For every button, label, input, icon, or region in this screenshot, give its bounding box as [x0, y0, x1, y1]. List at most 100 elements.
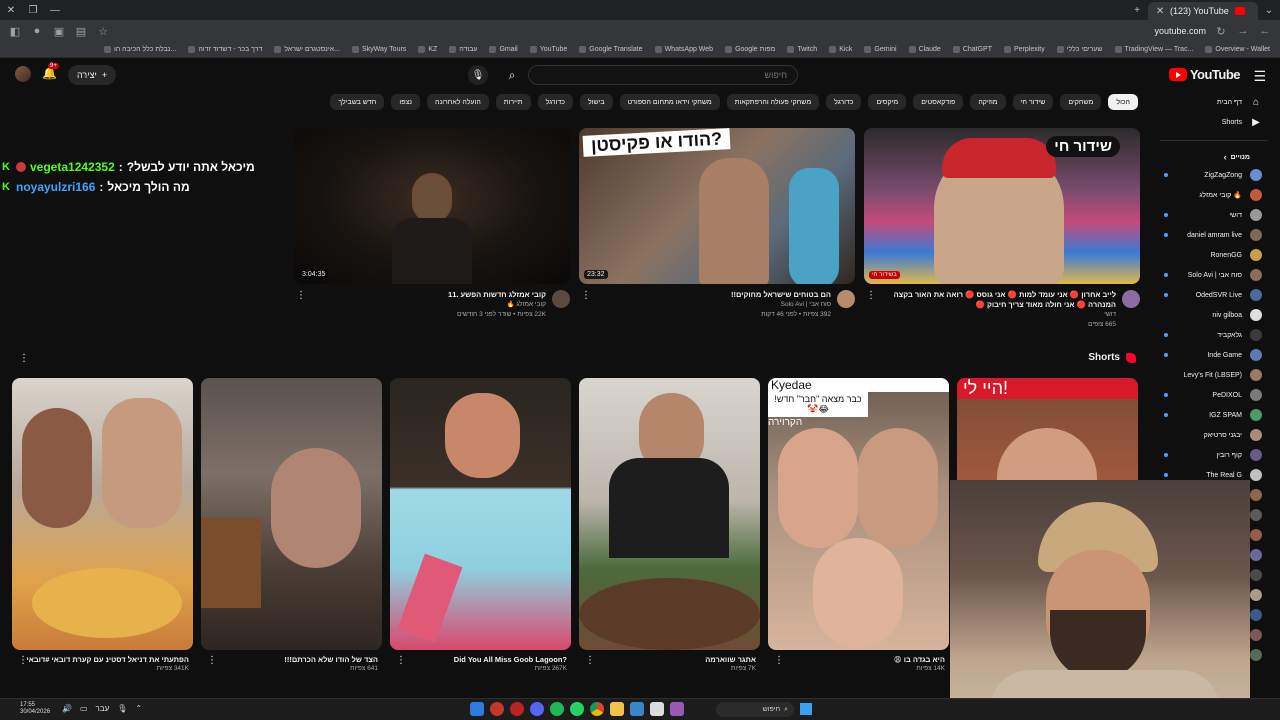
filter-chip[interactable]: בישול [579, 94, 613, 110]
bookmark-item[interactable]: WhatsApp Web [654, 46, 713, 53]
tray-expand-icon[interactable]: ⌃ [135, 704, 142, 713]
short-card[interactable]: אתגר שווארמה 7K צפיות ⋮ [579, 378, 760, 672]
microphone-icon[interactable]: 🎙 [468, 65, 488, 85]
filter-chip[interactable]: כדורגל [826, 94, 862, 110]
sidebar-item-subscription[interactable]: niv gilboa [1148, 305, 1280, 325]
bookmark-item[interactable]: KZ [418, 46, 437, 53]
short-card[interactable]: ?Did You All Miss Goob Lagoon 267K צפיות… [390, 378, 571, 672]
more-options-icon[interactable]: ⋮ [866, 290, 876, 301]
sidebar-item-subscription[interactable]: Inde Game [1148, 345, 1280, 365]
taskbar-clock[interactable]: 17:55 30/04/2026 [20, 702, 50, 716]
sidebar-item-subscription[interactable]: דושי [1148, 205, 1280, 225]
video-thumbnail[interactable]: הודו או פקיסטן? 23:32 [579, 128, 855, 284]
extension-icon-1[interactable]: ▣ [52, 25, 66, 38]
bookmark-star-icon[interactable]: ☆ [96, 25, 110, 38]
bookmark-item[interactable]: עבודה [449, 46, 477, 53]
sidebar-item-subscription[interactable]: RonenGG [1148, 245, 1280, 265]
bookmark-item[interactable]: Kick [829, 46, 852, 53]
sidebar-item-subscription[interactable]: daniel amram live [1148, 225, 1280, 245]
channel-name[interactable]: קובי אמזלג 🔥 [310, 300, 546, 310]
search-icon[interactable]: ⌕ [500, 65, 524, 85]
video-title[interactable]: קובי אמזלג חדשות הפשע .11 [310, 290, 546, 300]
back-icon[interactable]: ← [1258, 25, 1272, 37]
app-icon-6[interactable] [670, 702, 684, 716]
keyboard-language[interactable]: עבר [96, 704, 110, 713]
short-thumbnail[interactable] [390, 378, 571, 650]
video-card[interactable]: הודו או פקיסטן? 23:32 הם בטוחים שישראל מ… [579, 128, 855, 330]
sidebar-item-subscription[interactable]: Solo Avi | סוח אבי [1148, 265, 1280, 285]
search-box[interactable] [528, 65, 798, 85]
filter-chip[interactable]: תיירות [495, 94, 531, 110]
restore-window-icon[interactable]: ❐ [22, 0, 44, 20]
app-icon-3[interactable] [510, 702, 524, 716]
filter-chip[interactable]: חדש בשבילך [330, 94, 385, 110]
more-options-icon[interactable]: ⋮ [774, 655, 784, 666]
tab-search-icon[interactable]: ⌄ [1258, 0, 1280, 20]
bookmark-item[interactable]: אינסטגרם ישראל... [274, 46, 340, 53]
bookmark-item[interactable]: Gemini [864, 46, 897, 53]
filter-chip[interactable]: כדורגל [537, 94, 573, 110]
app-icon-2[interactable] [490, 702, 504, 716]
windows-start-icon[interactable] [800, 703, 812, 715]
sidebar-item-subscription[interactable]: יבגני סרטיאק [1148, 425, 1280, 445]
discord-icon[interactable] [530, 702, 544, 716]
volume-icon[interactable]: 🔊 [62, 704, 72, 713]
search-input[interactable] [539, 70, 787, 80]
bookmark-item[interactable]: Overview - Wallet [1205, 46, 1270, 53]
channel-name[interactable]: סוח אבי | Solo Avi [595, 300, 831, 310]
sidebar-item-subscription[interactable]: גלאקביד [1148, 325, 1280, 345]
video-card[interactable]: שידור חי בשידור חי לייב אחרון 🔴 אני עומד… [864, 128, 1140, 330]
bookmark-item[interactable]: TradingView — Trac... [1114, 46, 1193, 53]
sidebar-item-subscription[interactable]: IGZ SPAM [1148, 405, 1280, 425]
subscriptions-header[interactable]: ‹ מנויים [1148, 149, 1280, 165]
browser-tab-youtube[interactable]: ✕ (123) YouTube [1148, 2, 1258, 20]
more-options-icon[interactable]: ⋮ [396, 655, 406, 666]
short-card[interactable]: Kyedae כבר מצאה "חבר" חדש! 😂🤡 הקרוירה הי… [768, 378, 949, 672]
short-thumbnail[interactable]: Kyedae כבר מצאה "חבר" חדש! 😂🤡 הקרוירה [768, 378, 949, 650]
filter-chip[interactable]: שידור חי [1012, 94, 1054, 110]
app-icon-1[interactable] [470, 702, 484, 716]
whatsapp-icon[interactable] [570, 702, 584, 716]
filter-chip[interactable]: הכול [1108, 94, 1138, 110]
mic-tray-icon[interactable]: 🎙 [117, 704, 127, 713]
minimize-window-icon[interactable]: — [44, 0, 66, 20]
more-options-icon[interactable]: ⋮ [585, 655, 595, 666]
short-title[interactable]: היא בגדה בו 😩 [768, 655, 945, 665]
spotify-icon[interactable] [550, 702, 564, 716]
short-title[interactable]: הפתעתי את דניאל דסטינ עם קערת דובאי #דוב… [12, 655, 189, 665]
network-icon[interactable]: ▭ [80, 704, 88, 713]
file-explorer-icon[interactable] [610, 702, 624, 716]
reload-icon[interactable]: ↻ [1214, 25, 1228, 38]
youtube-logo[interactable]: YouTube [1168, 67, 1241, 82]
create-button[interactable]: יצירה + [68, 65, 117, 85]
filter-chip[interactable]: נצפו [391, 94, 421, 110]
more-options-icon[interactable]: ⋮ [18, 655, 28, 666]
short-card[interactable]: הצד של הודו שלא הכרתם!!! 641 צפיות ⋮ [201, 378, 382, 672]
filter-chip[interactable]: פודקאסטים [913, 94, 964, 110]
short-card[interactable]: הפתעתי את דניאל דסטינ עם קערת דובאי #דוב… [12, 378, 193, 672]
sidebar-item-subscription[interactable]: OdedSVR Live [1148, 285, 1280, 305]
taskbar-search[interactable]: חיפוש ⌕ [716, 702, 794, 717]
sidebar-item-subscription[interactable]: קובי אמזלג 🔥 [1148, 185, 1280, 205]
sidebar-item-subscription[interactable]: קוף רובין [1148, 445, 1280, 465]
bookmark-item[interactable]: Google מפות [725, 46, 775, 53]
more-options-icon[interactable]: ⋮ [296, 290, 306, 301]
extension-icon-2[interactable]: ▤ [74, 25, 88, 38]
channel-avatar[interactable] [837, 290, 855, 308]
chrome-icon[interactable] [590, 702, 604, 716]
filter-chip[interactable]: הועלה לאחרונה [427, 94, 489, 110]
short-title[interactable]: הצד של הודו שלא הכרתם!!! [201, 655, 378, 665]
short-thumbnail[interactable] [12, 378, 193, 650]
filter-chip[interactable]: מוזיקה [970, 94, 1006, 110]
app-icon-5[interactable] [650, 702, 664, 716]
profile-icon[interactable]: ● [30, 25, 44, 37]
channel-avatar[interactable] [552, 290, 570, 308]
short-title[interactable]: אתגר שווארמה [579, 655, 756, 665]
extensions-icon[interactable]: ◧ [8, 25, 22, 38]
channel-name[interactable]: דושי [880, 310, 1116, 320]
address-url[interactable]: youtube.com [1154, 26, 1206, 36]
channel-avatar[interactable] [1122, 290, 1140, 308]
bookmark-item[interactable]: Gmail [489, 46, 518, 53]
filter-chip[interactable]: מיקסים [868, 94, 907, 110]
bookmark-item[interactable]: Google Translate [579, 46, 643, 53]
